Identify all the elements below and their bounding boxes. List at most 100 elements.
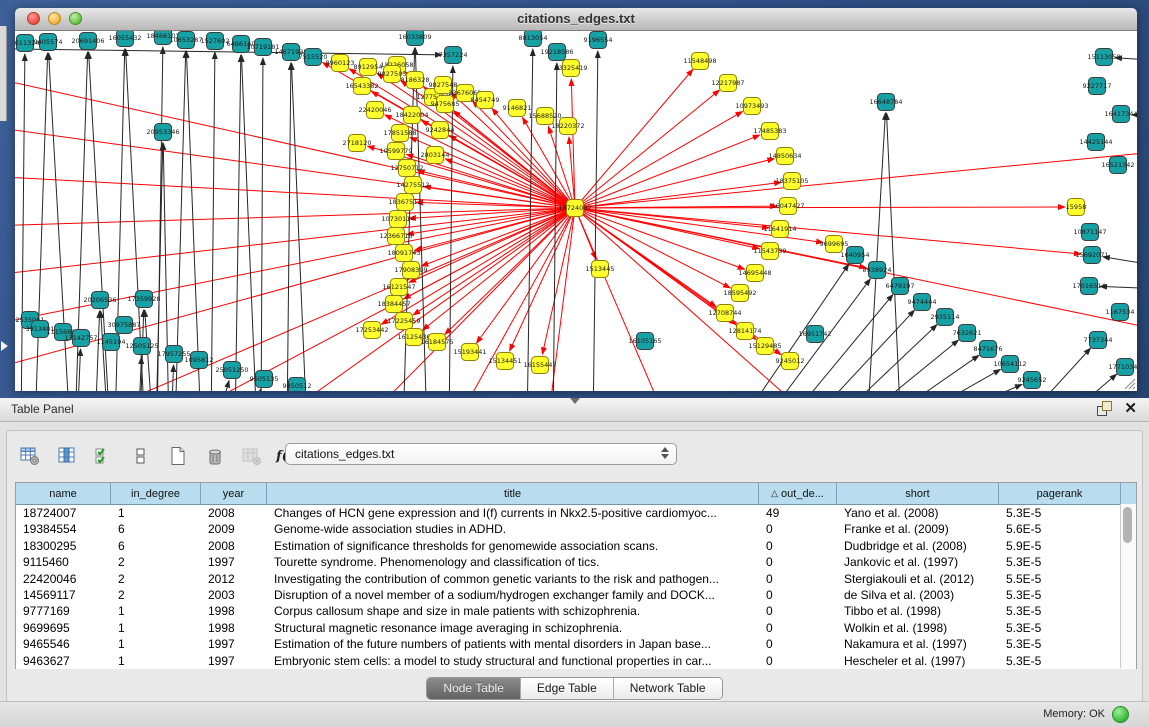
- graph-edge[interactable]: [780, 294, 893, 391]
- graph-edge[interactable]: [287, 63, 291, 391]
- tab-node-table[interactable]: Node Table: [427, 678, 521, 699]
- table-cell: 0: [759, 571, 837, 587]
- table-selector-dropdown[interactable]: citations_edges.txt: [285, 443, 677, 465]
- delete-rows-icon[interactable]: [202, 443, 228, 469]
- table-panel-body: f(x) citations_edges.txt namein_degreeye…: [6, 430, 1143, 702]
- table-cell: 0: [759, 603, 837, 619]
- window-resize-grip[interactable]: [1122, 376, 1136, 390]
- graph-edge[interactable]: [575, 182, 781, 208]
- graph-node-label: 16055432: [108, 34, 141, 42]
- column-header-pagerank[interactable]: pagerank: [999, 483, 1121, 504]
- graph-node-label: 9227717: [1083, 82, 1112, 90]
- graph-edge[interactable]: [575, 69, 693, 208]
- row-selection-icon[interactable]: [91, 443, 117, 469]
- graph-edge[interactable]: [15, 49, 442, 55]
- memory-status-indicator-icon[interactable]: [1112, 706, 1129, 723]
- graph-edge[interactable]: [825, 325, 937, 391]
- graph-node-label: 18367511: [388, 198, 421, 206]
- graph-node-label: 17485383: [753, 127, 786, 135]
- tab-edge-table[interactable]: Edge Table: [521, 678, 614, 699]
- table-cell: 5.3E-5: [999, 603, 1121, 619]
- column-header-label: pagerank: [1037, 488, 1083, 500]
- graph-edge[interactable]: [215, 381, 229, 391]
- graph-edge[interactable]: [246, 389, 260, 391]
- graph-edge[interactable]: [171, 365, 174, 391]
- graph-edge[interactable]: [867, 113, 885, 391]
- graph-edge[interactable]: [15, 208, 575, 226]
- column-header-year[interactable]: year: [201, 483, 267, 504]
- table-cell: 1998: [201, 603, 267, 619]
- graph-edge[interactable]: [211, 52, 215, 391]
- table-row[interactable]: 1456911722003Disruption of a novel membe…: [16, 587, 1136, 603]
- table-cell: 2008: [201, 538, 267, 554]
- column-header-title[interactable]: title: [267, 483, 759, 504]
- column-header-out_de[interactable]: △out_de...: [759, 483, 837, 504]
- network-canvas[interactable]: 1872400712775481184220041785158810599779…: [15, 31, 1137, 391]
- splitter-collapse-arrow-icon[interactable]: [570, 398, 580, 404]
- column-header-name[interactable]: name: [16, 483, 111, 504]
- close-panel-icon[interactable]: ✕: [1124, 401, 1137, 416]
- graph-edge[interactable]: [241, 55, 257, 391]
- table-row[interactable]: 2242004622012Investigating the contribut…: [16, 571, 1136, 587]
- table-cell: 5.3E-5: [999, 620, 1121, 636]
- graph-node-label: 2803144: [421, 151, 450, 159]
- window-titlebar[interactable]: citations_edges.txt: [15, 8, 1137, 31]
- table-cell: Estimation of the future numbers of pati…: [267, 636, 759, 652]
- graph-node-label: 18595492: [723, 289, 756, 297]
- table-row[interactable]: 1938455462009Genome-wide association stu…: [16, 521, 1136, 537]
- row-height-icon[interactable]: [128, 443, 154, 469]
- scrollbar-thumb[interactable]: [1123, 507, 1132, 543]
- graph-node-label: 10653287: [169, 36, 202, 44]
- graph-node-label: 15692071: [1075, 251, 1108, 259]
- graph-edge[interactable]: [291, 63, 307, 391]
- graph-edge[interactable]: [887, 113, 901, 391]
- table-cell: 0: [759, 521, 837, 537]
- table-row[interactable]: 977716911998Corpus callosum shape and si…: [16, 603, 1136, 619]
- graph-node-label: 18724007: [558, 204, 591, 212]
- graph-edge[interactable]: [175, 51, 186, 391]
- table-cell: 2008: [201, 505, 267, 521]
- new-table-icon[interactable]: [165, 443, 191, 469]
- graph-edge[interactable]: [575, 208, 675, 391]
- graph-edge[interactable]: [186, 51, 201, 391]
- table-row[interactable]: 946362711997Embryonic stem cells: a mode…: [16, 653, 1136, 669]
- float-panel-icon[interactable]: [1097, 401, 1112, 416]
- graph-node-label: 8471676: [974, 345, 1003, 353]
- graph-edge[interactable]: [235, 55, 241, 391]
- graph-node-label: 14850634: [768, 152, 801, 160]
- table-cell: 1997: [201, 636, 267, 652]
- table-row[interactable]: 1872400712008Changes of HCN gene express…: [16, 505, 1136, 521]
- graph-edge[interactable]: [35, 53, 48, 391]
- graph-node-label: 11548498: [683, 57, 716, 65]
- graph-edge[interactable]: [1050, 374, 1117, 391]
- graph-edge[interactable]: [261, 58, 263, 391]
- column-header-in_degree[interactable]: in_degree: [111, 483, 201, 504]
- graph-edge[interactable]: [95, 311, 100, 391]
- table-cell: 9463627: [16, 653, 111, 669]
- table-cell: 6: [111, 521, 201, 537]
- table-vertical-scrollbar[interactable]: [1120, 504, 1136, 668]
- table-row[interactable]: 1830029562008Estimation of significance …: [16, 538, 1136, 554]
- graph-node-label: 15134451: [488, 357, 521, 365]
- table-row[interactable]: 911546021997Tourette syndrome. Phenomeno…: [16, 554, 1136, 570]
- left-panel-collapse-arrow-icon[interactable]: [1, 341, 8, 351]
- graph-edge[interactable]: [575, 135, 760, 208]
- table-cell: 1998: [201, 620, 267, 636]
- table-cell: 1: [111, 620, 201, 636]
- graph-node-label: 9245012: [776, 357, 805, 365]
- table-row[interactable]: 946554611997Estimation of the future num…: [16, 636, 1136, 652]
- tab-network-table[interactable]: Network Table: [614, 678, 722, 699]
- column-header-label: short: [905, 488, 929, 500]
- table-panel-title: Table Panel: [11, 402, 74, 416]
- table-settings-icon[interactable]: [17, 443, 43, 469]
- column-visibility-icon[interactable]: [54, 443, 80, 469]
- graph-node-label: 18422004: [395, 111, 428, 119]
- graph-edge[interactable]: [892, 369, 1000, 391]
- graph-edge[interactable]: [847, 340, 958, 391]
- table-cell: 18724007: [16, 505, 111, 521]
- graph-edge[interactable]: [21, 54, 25, 391]
- graph-node-label: 14695448: [738, 269, 771, 277]
- column-header-short[interactable]: short: [837, 483, 999, 504]
- graph-edge[interactable]: [575, 111, 742, 208]
- table-row[interactable]: 969969511998Structural magnetic resonanc…: [16, 620, 1136, 636]
